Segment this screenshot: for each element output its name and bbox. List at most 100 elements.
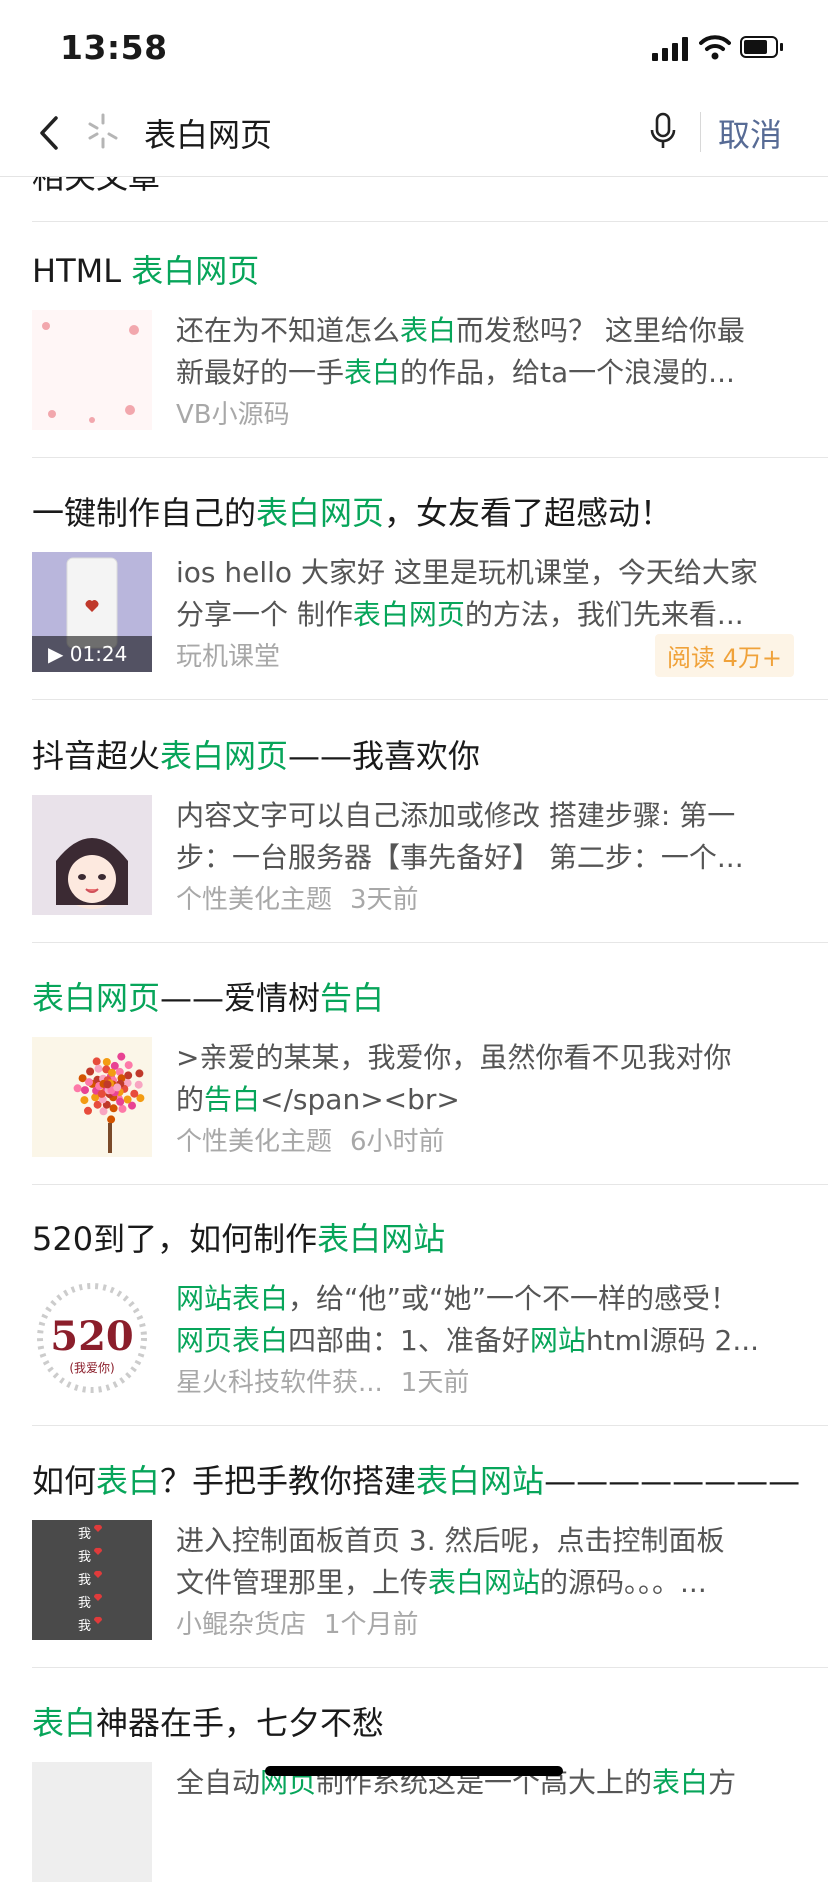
result-divider [32, 1667, 828, 1668]
result-thumbnail[interactable] [32, 795, 152, 915]
result-thumbnail[interactable]: 520 (我爱你) [32, 1278, 152, 1398]
text-segment: 神器在手，七夕不愁 [96, 1704, 385, 1742]
text-segment: ？手把手教你搭建 [160, 1462, 417, 1500]
result-thumbnail[interactable] [32, 1762, 152, 1882]
keyword-highlight: 表白 [652, 1766, 709, 1799]
result-title[interactable]: 如何表白？手把手教你搭建表白网站———————— [32, 1456, 800, 1502]
text-segment: 如何 [32, 1462, 97, 1500]
text-segment: 方 [708, 1766, 737, 1799]
keyword-highlight: 表白 [32, 1704, 97, 1742]
status-time: 13:58 [60, 28, 168, 67]
result-meta: 玩机课堂 [176, 636, 280, 673]
text-segment: 抖音超火 [32, 737, 161, 775]
result-source[interactable]: 个性美化主题 [176, 885, 332, 915]
result-time: 1个月前 [324, 1610, 419, 1640]
result-thumbnail[interactable] [32, 310, 152, 430]
text-segment: 的作品，给ta一个浪漫的... [400, 356, 735, 389]
result-source[interactable]: 星火科技软件获... [176, 1368, 383, 1398]
snippet-line: 分享一个 制作表白网页的方法，我们先来看... [176, 594, 796, 636]
search-input[interactable]: 表白网页 [144, 110, 272, 156]
video-duration: ▶ 01:24 [32, 636, 152, 672]
result-divider [32, 1184, 828, 1185]
result-meta: 个性美化主题 6小时前 [176, 1121, 445, 1158]
result-divider [32, 942, 828, 943]
home-indicator [265, 1766, 563, 1776]
result-time: 1天前 [400, 1368, 470, 1398]
result-source[interactable]: VB小源码 [176, 400, 290, 430]
svg-text:520: 520 [50, 1313, 134, 1360]
result-title[interactable]: 一键制作自己的表白网页，女友看了超感动！ [32, 488, 672, 534]
keyword-highlight: 表白网页 [32, 979, 161, 1017]
snippet-line: 网站表白，给“他”或“她”一个不一样的感受！ [176, 1278, 796, 1320]
result-divider [32, 699, 828, 700]
snippet-line: 新最好的一手表白的作品，给ta一个浪漫的... [176, 352, 796, 394]
snippet-line: ios hello 大家好 这里是玩机课堂，今天给大家 [176, 552, 796, 594]
snippet-line: >亲爱的某某，我爱你，虽然你看不见我对你 [176, 1037, 796, 1079]
result-snippet: 进入控制面板首页 3. 然后呢，点击控制面板文件管理那里，上传表白网站的源码。。… [176, 1520, 796, 1604]
text-segment: 而发愁吗？ 这里给你最 [456, 314, 745, 347]
result-thumbnail[interactable] [32, 1037, 152, 1157]
text-segment: 步：一台服务器【事先备好】 第二步：一个... [176, 841, 744, 874]
result-snippet: 内容文字可以自己添加或修改 搭建步骤: 第一步：一台服务器【事先备好】 第二步：… [176, 795, 796, 879]
snippet-line: 还在为不知道怎么表白而发愁吗？ 这里给你最 [176, 310, 796, 352]
keyword-highlight: 告白 [204, 1083, 261, 1116]
text-segment: 文件管理那里，上传 [176, 1566, 429, 1599]
svg-text:我: 我 [78, 1527, 91, 1542]
result-thumbnail[interactable]: 我我我我我 [32, 1520, 152, 1640]
result-snippet: 网站表白，给“他”或“她”一个不一样的感受！ 网页表白四部曲：1、准备好网站htm… [176, 1278, 796, 1362]
result-meta: 星火科技软件获... 1天前 [176, 1362, 469, 1399]
text-segment: 520到了，如何制作 [32, 1220, 318, 1258]
result-source[interactable]: 玩机课堂 [176, 642, 280, 672]
result-title[interactable]: 抖音超火表白网页——我喜欢你 [32, 731, 480, 777]
result-source[interactable]: 个性美化主题 [176, 1127, 332, 1157]
text-segment: 四部曲：1、准备好 [288, 1324, 530, 1357]
text-segment: 进入控制面板首页 3. 然后呢，点击控制面板 [176, 1524, 725, 1557]
snippet-line: 内容文字可以自己添加或修改 搭建步骤: 第一 [176, 795, 796, 837]
result-divider [32, 1425, 828, 1426]
snippet-line: 文件管理那里，上传表白网站的源码。。。... [176, 1562, 796, 1604]
result-thumbnail[interactable]: ▶ 01:24 [32, 552, 152, 672]
keyword-highlight: 表白 [344, 356, 401, 389]
keyword-highlight: 表白网站 [317, 1220, 446, 1258]
result-time: 3天前 [350, 885, 419, 915]
text-segment: 全自动 [176, 1766, 261, 1799]
text-segment: ———————— [544, 1462, 801, 1500]
cancel-button[interactable]: 取消 [718, 110, 782, 156]
text-segment: 的 [176, 1083, 205, 1116]
result-title[interactable]: HTML 表白网页 [32, 246, 259, 292]
text-segment: 的方法，我们先来看... [464, 598, 744, 631]
keyword-highlight: 表白网站 [416, 1462, 545, 1500]
microphone-icon[interactable] [648, 110, 678, 152]
divider [700, 112, 701, 152]
text-segment: 还在为不知道怎么 [176, 314, 401, 347]
text-segment: ios hello 大家好 这里是玩机课堂，今天给大家 [176, 556, 758, 589]
text-segment: ，女友看了超感动！ [384, 494, 673, 532]
keyword-highlight: 表白网页 [352, 598, 465, 631]
keyword-highlight: 表白 [96, 1462, 161, 1500]
text-segment: </span><br> [260, 1083, 460, 1116]
keyword-highlight: 网站 [529, 1324, 586, 1357]
text-segment: 分享一个 制作 [176, 598, 353, 631]
text-segment: html源码 2... [585, 1324, 760, 1357]
text-segment: ，给“他”或“她”一个不一样的感受！ [288, 1282, 739, 1315]
snippet-line: 的告白</span><br> [176, 1079, 796, 1121]
svg-text:我: 我 [78, 1550, 91, 1565]
result-divider [32, 457, 828, 458]
result-meta: 个性美化主题 3天前 [176, 879, 419, 916]
status-bar: 13:58 [0, 0, 828, 92]
result-title[interactable]: 表白神器在手，七夕不愁 [32, 1698, 384, 1744]
result-meta: VB小源码 [176, 394, 290, 431]
result-title[interactable]: 520到了，如何制作表白网站 [32, 1214, 445, 1260]
text-segment: ——我喜欢你 [288, 737, 481, 775]
snippet-line: 步：一台服务器【事先备好】 第二步：一个... [176, 837, 796, 879]
svg-text:我: 我 [78, 1596, 91, 1611]
text-segment: 新最好的一手 [176, 356, 345, 389]
text-segment: HTML [32, 252, 132, 290]
svg-text:我: 我 [78, 1573, 91, 1588]
back-icon[interactable] [34, 112, 64, 154]
result-title[interactable]: 表白网页——爱情树告白 [32, 973, 384, 1019]
svg-text:(我爱你): (我爱你) [69, 1361, 114, 1375]
keyword-highlight: 表白网站 [428, 1566, 541, 1599]
result-source[interactable]: 小鲲杂货店 [176, 1610, 306, 1640]
text-segment: 一键制作自己的 [32, 494, 257, 532]
